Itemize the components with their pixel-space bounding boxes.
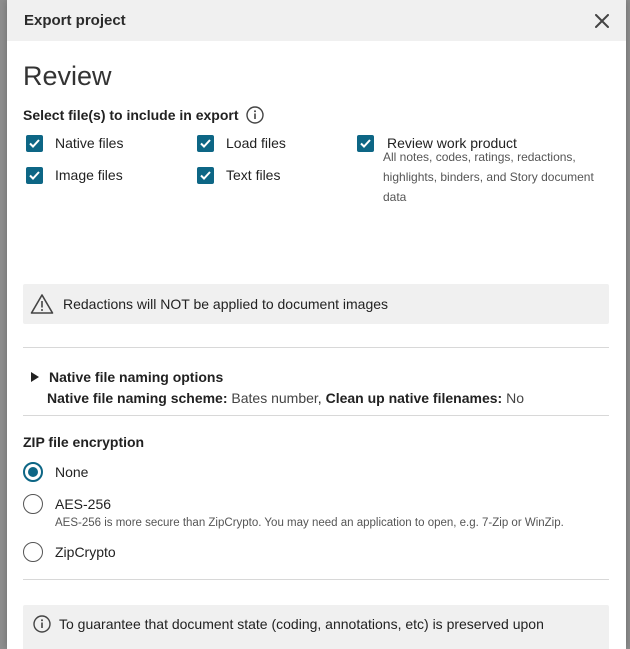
select-files-label-text: Select file(s) to include in export bbox=[23, 107, 239, 123]
native-naming-toggle-label: Native file naming options bbox=[49, 369, 224, 385]
modal-header: Export project bbox=[7, 0, 626, 41]
select-files-label: Select file(s) to include in export bbox=[23, 105, 609, 125]
checkbox-label: Image files bbox=[55, 167, 123, 183]
native-naming-summary: Native file naming scheme: Bates number,… bbox=[47, 388, 524, 408]
radio-label: None bbox=[55, 464, 89, 480]
triangle-right-icon bbox=[31, 372, 39, 382]
checkbox-label: Native files bbox=[55, 135, 124, 151]
checkbox-checked-icon[interactable] bbox=[26, 134, 43, 152]
radio-aes-256[interactable]: AES-256 bbox=[23, 493, 111, 515]
info-icon bbox=[33, 615, 51, 633]
info-icon[interactable] bbox=[246, 106, 265, 124]
close-icon[interactable] bbox=[592, 11, 612, 31]
checkbox-checked-icon[interactable] bbox=[197, 134, 214, 152]
checkbox-label: Text files bbox=[226, 167, 281, 183]
native-naming-toggle[interactable]: Native file naming options bbox=[31, 367, 223, 387]
modal-title: Export project bbox=[24, 12, 126, 29]
warning-text: Redactions will NOT be applied to docume… bbox=[63, 296, 389, 312]
divider bbox=[23, 415, 609, 416]
warning-icon bbox=[30, 293, 54, 315]
checkbox-text-files[interactable]: Text files bbox=[197, 165, 280, 185]
checkbox-checked-icon[interactable] bbox=[26, 166, 43, 184]
radio-label: ZipCrypto bbox=[55, 544, 116, 560]
checkbox-label: Load files bbox=[226, 135, 286, 151]
radio-none[interactable]: None bbox=[23, 461, 88, 483]
checkbox-load-files[interactable]: Load files bbox=[197, 133, 286, 153]
radio-unselected-icon[interactable] bbox=[23, 542, 43, 562]
work-product-description: All notes, codes, ratings, redactions, h… bbox=[383, 150, 594, 204]
scheme-value: Bates number bbox=[231, 390, 318, 406]
checkbox-checked-icon[interactable] bbox=[357, 134, 374, 152]
cleanup-label: Clean up native filenames: bbox=[325, 390, 503, 406]
state-info-box: To guarantee that document state (coding… bbox=[23, 605, 609, 649]
aes-help-text: AES-256 is more secure than ZipCrypto. Y… bbox=[55, 517, 564, 529]
export-project-modal: Export project Review Select file(s) to … bbox=[7, 0, 626, 649]
checkbox-native-files[interactable]: Native files bbox=[26, 133, 123, 153]
scheme-label: Native file naming scheme: bbox=[47, 390, 228, 406]
naming-separator: , bbox=[317, 390, 322, 406]
radio-unselected-icon[interactable] bbox=[23, 494, 43, 514]
info-box-text: To guarantee that document state (coding… bbox=[59, 616, 544, 632]
redaction-warning: Redactions will NOT be applied to docume… bbox=[23, 284, 609, 324]
zip-encryption-title: ZIP file encryption bbox=[23, 434, 145, 450]
radio-selected-icon[interactable] bbox=[23, 462, 43, 482]
file-options: Native files Load files Review work prod… bbox=[7, 125, 626, 275]
radio-label: AES-256 bbox=[55, 496, 112, 512]
radio-zipcrypto[interactable]: ZipCrypto bbox=[23, 541, 116, 563]
divider bbox=[23, 347, 609, 348]
divider bbox=[23, 579, 609, 580]
cleanup-value: No bbox=[506, 390, 524, 406]
page-title: Review bbox=[23, 61, 112, 91]
checkbox-image-files[interactable]: Image files bbox=[26, 165, 123, 185]
checkbox-checked-icon[interactable] bbox=[197, 166, 214, 184]
